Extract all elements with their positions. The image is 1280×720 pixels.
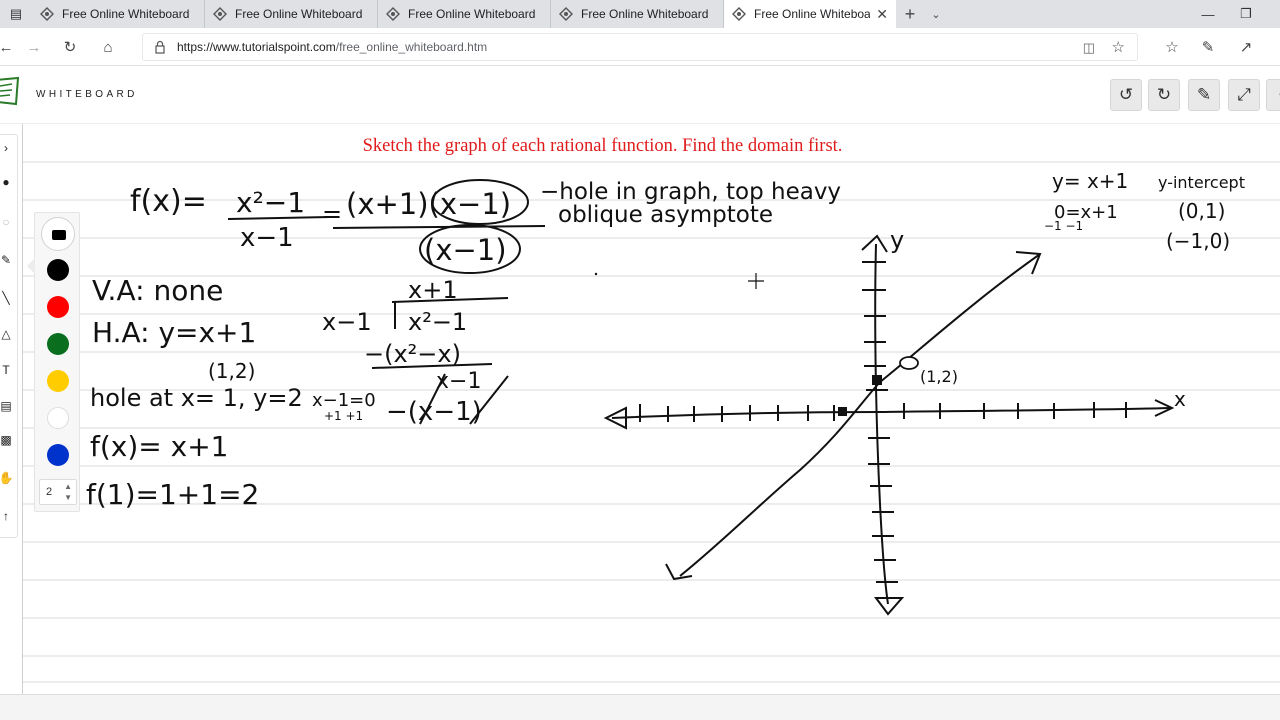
url-path: /free_online_whiteboard.htm [335, 40, 488, 54]
more-button[interactable]: • [1266, 79, 1280, 111]
undo-icon: ↺ [1118, 85, 1134, 104]
browser-tab-strip: ▤ Free Online Whiteboard Free Online Whi… [0, 0, 1280, 28]
app-brand: WHITEBOARD [36, 89, 138, 100]
handwriting-layer: f(x)= x²−1 x−1 = (x+1)(x−1) (x−1) −hole … [86, 169, 1245, 616]
line-equation: y= x+1 [1052, 169, 1128, 193]
browser-tab-title: Free Online Whiteboard [235, 7, 363, 21]
note-oblique-asymptote: oblique asymptote [558, 202, 773, 228]
division-divisor: x−1 [322, 308, 372, 336]
hole-open-circle [899, 356, 919, 370]
solve-zero-step: −1 −1 [1044, 219, 1083, 233]
tab-list-chevron-icon[interactable]: ⌄ [924, 0, 948, 28]
browser-tab-title: Free Online Whiteboard [62, 7, 190, 21]
site-favicon-icon [213, 7, 227, 21]
factored-denominator: (x−1) [424, 233, 507, 267]
fullscreen-button[interactable]: ⤢ [1228, 79, 1260, 111]
browser-tab[interactable]: Free Online Whiteboard [205, 0, 378, 28]
graph-line [679, 253, 1041, 577]
browser-tab[interactable]: Free Online Whiteboard [378, 0, 551, 28]
browser-tab-title: Free Online Whiteboard [581, 7, 709, 21]
whiteboard-header: WHITEBOARD ↺ ↻ ✎ ⤢ • [0, 66, 1280, 124]
site-favicon-icon [386, 7, 400, 21]
address-bar[interactable]: https://www.tutorialspoint.com/free_onli… [142, 33, 1138, 61]
simplified-function: f(x)= x+1 [90, 430, 228, 463]
y-intercept-label: y-intercept [1158, 173, 1245, 192]
function-at-one: f(1)=1+1=2 [86, 478, 259, 511]
clear-brush-button[interactable]: ✎ [1188, 79, 1220, 111]
close-tab-icon[interactable]: ✕ [876, 6, 888, 23]
tab-actions-icon[interactable]: ▤ [0, 0, 32, 28]
function-label: f(x)= [130, 184, 207, 219]
whiteboard-canvas[interactable]: Sketch the graph of each rational functi… [0, 124, 1280, 694]
back-icon[interactable]: ← [0, 35, 18, 59]
browser-tab-active[interactable]: Free Online Whiteboard ✕ [724, 0, 896, 28]
graph-axes [603, 234, 1175, 616]
division-dividend: x²−1 [408, 308, 467, 336]
x-intercept-dot [838, 407, 847, 416]
equals-sign: = [322, 200, 342, 228]
url-text: https://www.tutorialspoint.com/free_onli… [177, 40, 487, 54]
undo-button[interactable]: ↺ [1110, 79, 1142, 111]
division-remainder: x−1 [436, 369, 481, 394]
favorite-star-icon[interactable]: ☆ [1112, 38, 1125, 56]
new-tab-button[interactable]: + [896, 0, 924, 28]
division-subtract-2: −(x−1) [386, 397, 482, 427]
vertical-asymptote-note: V.A: none [92, 274, 223, 307]
favorites-icon[interactable]: ☆ [1160, 35, 1184, 59]
factored-numerator: (x+1)(x−1) [346, 187, 511, 221]
share-icon[interactable]: ↗ [1234, 35, 1258, 59]
bottom-bar [0, 694, 1280, 720]
reading-view-icon[interactable]: ◫ [1083, 40, 1095, 56]
hole-location-note: hole at x= 1, y=2 [90, 384, 303, 412]
horizontal-asymptote-note: H.A: y=x+1 [92, 316, 256, 349]
browser-tab-title: Free Online Whiteboard [408, 7, 536, 21]
home-icon[interactable]: ⌂ [96, 35, 120, 59]
hole-point-note: (1,2) [208, 359, 255, 383]
graph-hole-label: (1,2) [920, 367, 958, 386]
browser-tab[interactable]: Free Online Whiteboard [551, 0, 724, 28]
y-axis-label: y [890, 226, 904, 254]
numerator: x²−1 [236, 186, 305, 219]
y-intercept-point: (0,1) [1178, 199, 1225, 223]
denominator: x−1 [240, 223, 294, 253]
refresh-icon[interactable]: ↻ [58, 35, 82, 59]
redo-button[interactable]: ↻ [1148, 79, 1180, 111]
solve-x-minus-one: x−1=0 [312, 390, 376, 411]
redo-icon: ↻ [1156, 85, 1172, 104]
browser-tab[interactable]: Free Online Whiteboard [32, 0, 205, 28]
restore-icon[interactable]: ❐ [1226, 0, 1266, 28]
tutorialspoint-logo-icon [0, 76, 20, 106]
site-favicon-icon [559, 7, 573, 21]
graph-line-arrow-low [665, 563, 693, 581]
lock-icon [155, 40, 165, 54]
y-intercept-dot [872, 375, 882, 385]
x-axis-label: x [1174, 387, 1186, 411]
pen-icon[interactable]: ✎ [1196, 35, 1220, 59]
browser-toolbar: ← → ↻ ⌂ https://www.tutorialspoint.com/f… [0, 28, 1280, 66]
browser-tab-title: Free Online Whiteboard [754, 7, 871, 21]
solve-add-one: +1 +1 [324, 409, 363, 423]
url-host: https://www.tutorialspoint.com [177, 40, 336, 54]
site-favicon-icon [732, 7, 746, 21]
brush-icon: ✎ [1196, 85, 1212, 104]
division-subtract-1: −(x²−x) [364, 340, 461, 368]
x-intercept-point: (−1,0) [1166, 229, 1230, 253]
forward-icon[interactable]: → [22, 35, 46, 59]
site-favicon-icon [40, 7, 54, 21]
fullscreen-icon: ⤢ [1237, 85, 1251, 104]
minimize-icon[interactable]: — [1188, 0, 1228, 28]
